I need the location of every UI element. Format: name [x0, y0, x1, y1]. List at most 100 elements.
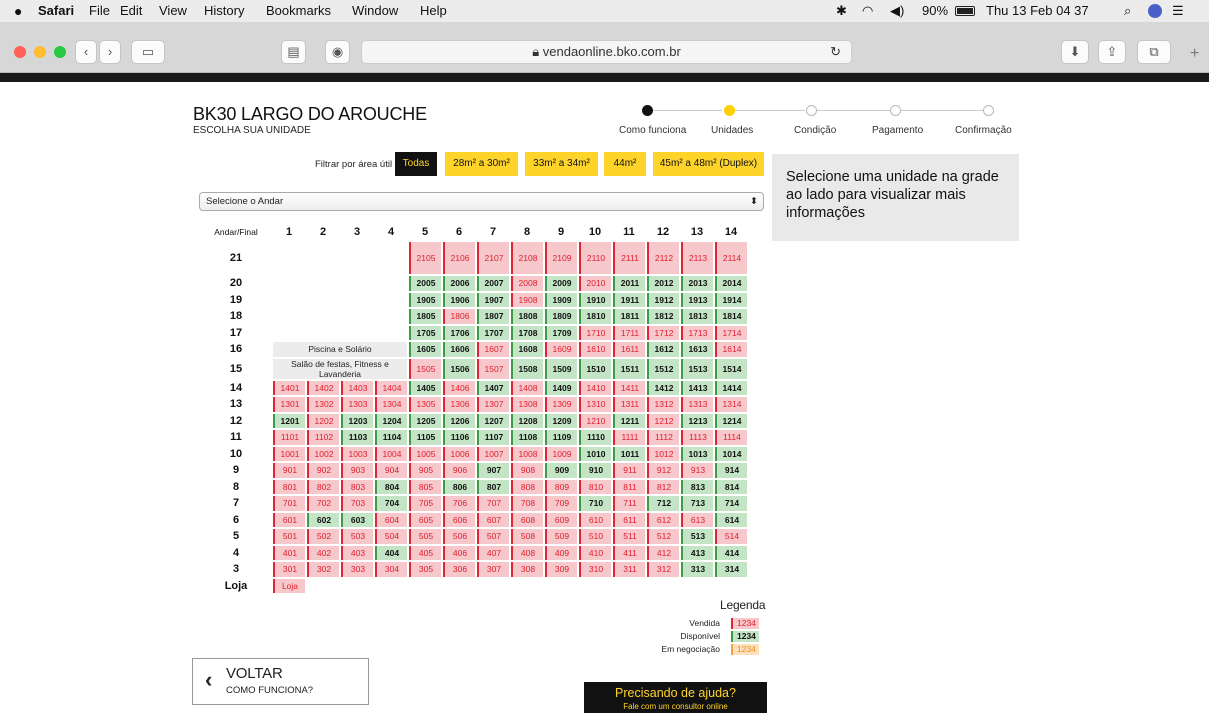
unit-available[interactable]: 1608 [511, 342, 543, 357]
unit-available[interactable]: 1013 [681, 446, 713, 461]
unit-sold[interactable]: 1713 [681, 325, 713, 340]
unit-sold[interactable]: 409 [545, 545, 577, 560]
tabs-overview-icon[interactable]: ⧉ [1137, 40, 1171, 64]
unit-sold[interactable]: 514 [715, 529, 747, 544]
unit-sold[interactable]: 1305 [409, 397, 441, 412]
unit-available[interactable]: 1104 [375, 430, 407, 445]
unit-sold[interactable]: 2106 [443, 242, 475, 274]
unit-available[interactable]: 1911 [613, 292, 645, 307]
unit-sold[interactable]: 2113 [681, 242, 713, 274]
unit-available[interactable]: 1709 [545, 325, 577, 340]
unit-available[interactable]: 513 [681, 529, 713, 544]
unit-available[interactable]: 1909 [545, 292, 577, 307]
unit-sold[interactable]: 1505 [409, 358, 441, 379]
unit-sold[interactable]: 613 [681, 512, 713, 527]
unit-sold[interactable]: 711 [613, 496, 645, 511]
unit-sold[interactable]: 1202 [307, 413, 339, 428]
unit-sold[interactable]: 1001 [273, 446, 305, 461]
unit-sold[interactable]: 1712 [647, 325, 679, 340]
reader-icon[interactable]: ▤ [281, 40, 306, 64]
unit-sold[interactable]: 1012 [647, 446, 679, 461]
unit-available[interactable]: 1912 [647, 292, 679, 307]
unit-sold[interactable]: 508 [511, 529, 543, 544]
unit-sold[interactable]: 902 [307, 463, 339, 478]
unit-sold[interactable]: 2008 [511, 276, 543, 291]
unit-available[interactable]: 1706 [443, 325, 475, 340]
unit-sold[interactable]: 601 [273, 512, 305, 527]
unit-sold[interactable]: 307 [477, 562, 509, 577]
unit-sold[interactable]: 505 [409, 529, 441, 544]
unit-sold[interactable]: 607 [477, 512, 509, 527]
unit-available[interactable]: 1405 [409, 380, 441, 395]
unit-available[interactable]: 1907 [477, 292, 509, 307]
unit-available[interactable]: 2012 [647, 276, 679, 291]
unit-sold[interactable]: 2111 [613, 242, 645, 274]
unit-sold[interactable]: 1711 [613, 325, 645, 340]
unit-available[interactable]: 1514 [715, 358, 747, 379]
unit-available[interactable]: 1011 [613, 446, 645, 461]
unit-sold[interactable]: 510 [579, 529, 611, 544]
unit-sold[interactable]: 904 [375, 463, 407, 478]
unit-sold[interactable]: 611 [613, 512, 645, 527]
clock[interactable]: Thu 13 Feb 04 37 [986, 3, 1089, 18]
address-bar[interactable]: 🔒︎ vendaonline.bko.com.br ↻ [361, 40, 852, 64]
extension-icon[interactable]: ◉ [325, 40, 350, 64]
apple-menu-icon[interactable]: ● [14, 3, 22, 19]
unit-available[interactable]: 1103 [341, 430, 373, 445]
unit-available[interactable]: 1612 [647, 342, 679, 357]
unit-available[interactable]: 1508 [511, 358, 543, 379]
unit-sold[interactable]: 708 [511, 496, 543, 511]
unit-available[interactable]: 1510 [579, 358, 611, 379]
unit-sold[interactable]: Loja [273, 578, 305, 593]
unit-available[interactable]: 614 [715, 512, 747, 527]
unit-available[interactable]: 1106 [443, 430, 475, 445]
new-tab-icon[interactable]: + [1190, 45, 1199, 63]
unit-sold[interactable]: 908 [511, 463, 543, 478]
unit-sold[interactable]: 805 [409, 479, 441, 494]
close-window-button[interactable] [14, 46, 26, 58]
unit-available[interactable]: 1511 [613, 358, 645, 379]
unit-available[interactable]: 806 [443, 479, 475, 494]
unit-sold[interactable]: 407 [477, 545, 509, 560]
step-pagamento[interactable]: Pagamento [872, 125, 923, 136]
unit-sold[interactable]: 1314 [715, 397, 747, 412]
unit-available[interactable]: 1606 [443, 342, 475, 357]
unit-sold[interactable]: 503 [341, 529, 373, 544]
battery-icon[interactable] [955, 6, 975, 16]
unit-available[interactable]: 1209 [545, 413, 577, 428]
unit-sold[interactable]: 1303 [341, 397, 373, 412]
unit-available[interactable]: 1805 [409, 309, 441, 324]
unit-sold[interactable]: 504 [375, 529, 407, 544]
unit-available[interactable]: 1107 [477, 430, 509, 445]
unit-available[interactable]: 713 [681, 496, 713, 511]
unit-available[interactable]: 1812 [647, 309, 679, 324]
unit-sold[interactable]: 1406 [443, 380, 475, 395]
unit-sold[interactable]: 303 [341, 562, 373, 577]
unit-sold[interactable]: 403 [341, 545, 373, 560]
step-condicao[interactable]: Condição [794, 125, 836, 136]
filter-33-34[interactable]: 33m² a 34m² [525, 152, 598, 176]
unit-sold[interactable]: 1304 [375, 397, 407, 412]
unit-available[interactable]: 907 [477, 463, 509, 478]
unit-available[interactable]: 1201 [273, 413, 305, 428]
unit-available[interactable]: 2006 [443, 276, 475, 291]
menu-file[interactable]: File [89, 3, 110, 18]
step-como-funciona[interactable]: Como funciona [619, 125, 686, 136]
unit-available[interactable]: 1203 [341, 413, 373, 428]
help-chat-button[interactable]: Precisando de ajuda? Fale com um consult… [584, 682, 767, 713]
menu-bookmarks[interactable]: Bookmarks [266, 3, 331, 18]
unit-sold[interactable]: 501 [273, 529, 305, 544]
unit-sold[interactable]: 1302 [307, 397, 339, 412]
unit-sold[interactable]: 1114 [715, 430, 747, 445]
unit-available[interactable]: 1407 [477, 380, 509, 395]
unit-available[interactable]: 603 [341, 512, 373, 527]
unit-available[interactable]: 1213 [681, 413, 713, 428]
unit-available[interactable]: 1208 [511, 413, 543, 428]
unit-available[interactable]: 814 [715, 479, 747, 494]
unit-sold[interactable]: 2107 [477, 242, 509, 274]
unit-available[interactable]: 1913 [681, 292, 713, 307]
unit-sold[interactable]: 412 [647, 545, 679, 560]
filter-todas[interactable]: Todas [395, 152, 437, 176]
unit-sold[interactable]: 1210 [579, 413, 611, 428]
unit-sold[interactable]: 502 [307, 529, 339, 544]
